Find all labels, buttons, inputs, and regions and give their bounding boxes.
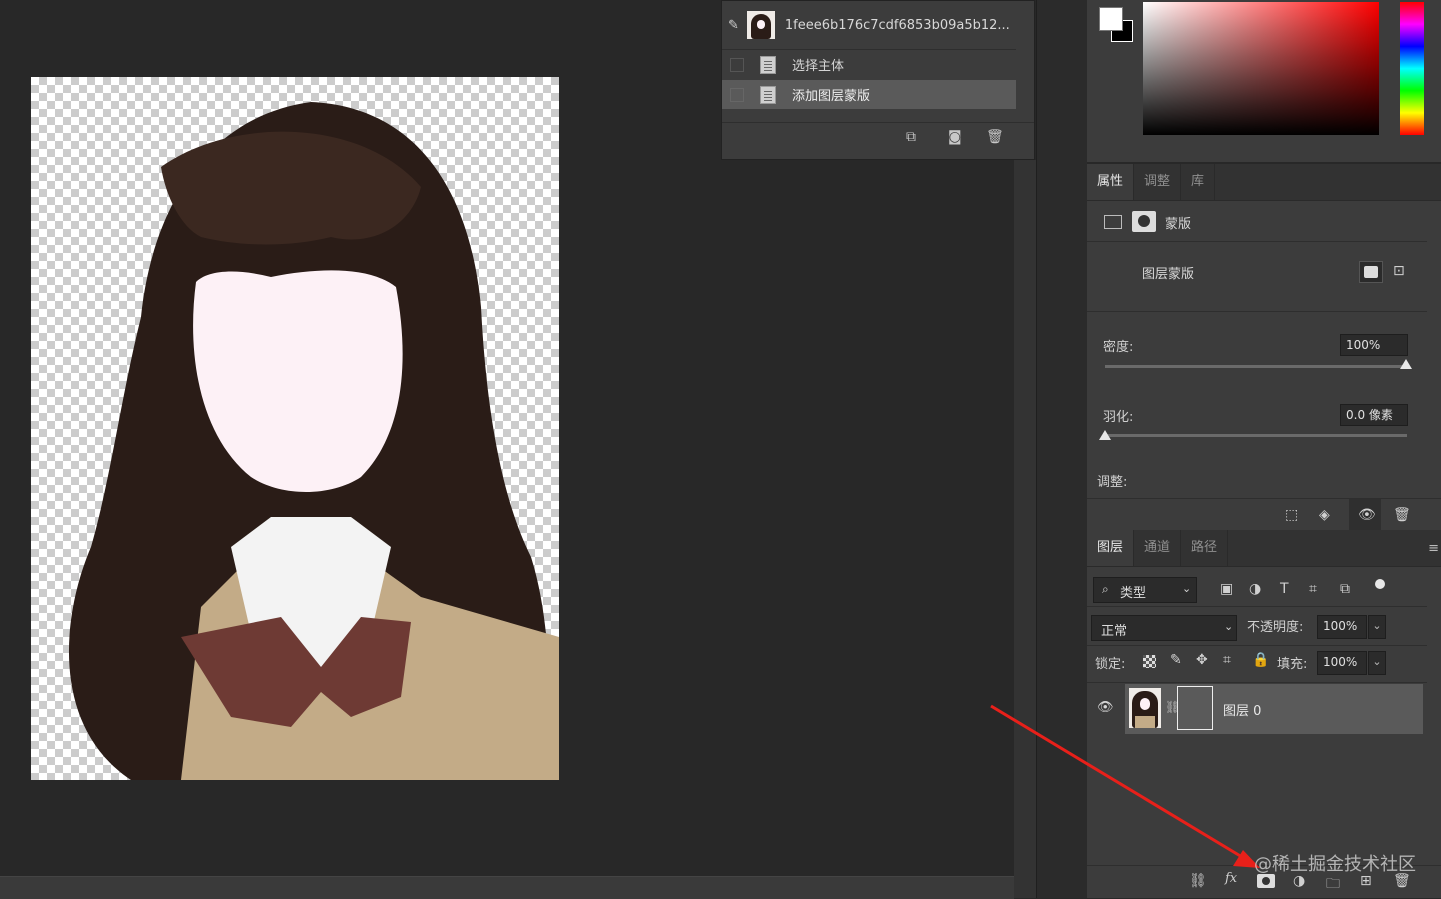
layer-mask-label: 图层蒙版: [1142, 267, 1195, 282]
adjust-label: 调整:: [1097, 475, 1128, 490]
mask-icon[interactable]: [1132, 211, 1156, 232]
properties-panel: 属性 调整 库 蒙版 图层蒙版 ⊡ 密度: 100% 羽化: 0.0 像素 调整…: [1087, 164, 1441, 533]
history-item-add-layer-mask[interactable]: 添加图层蒙版: [722, 80, 1016, 109]
vector-mask-icon[interactable]: ⊡: [1393, 263, 1405, 279]
pixel-layer-icon[interactable]: [1104, 215, 1122, 229]
panel-menu-icon[interactable]: ≡: [1428, 541, 1439, 556]
tab-libraries[interactable]: 库: [1181, 164, 1216, 200]
tab-properties[interactable]: 属性: [1087, 164, 1135, 200]
trash-icon[interactable]: 🗑: [986, 129, 1004, 145]
properties-footer: ⬚ ◈ 👁 🗑: [1087, 498, 1441, 533]
color-swatches[interactable]: [1097, 4, 1133, 42]
history-brush-icon[interactable]: ✎: [728, 18, 739, 33]
tab-paths[interactable]: 路径: [1181, 530, 1229, 566]
lock-all-icon[interactable]: 🔒: [1252, 652, 1269, 668]
divider: [1087, 645, 1427, 646]
add-mask-icon[interactable]: [1257, 874, 1275, 888]
blend-mode-select[interactable]: 正常 ⌄: [1091, 615, 1237, 641]
search-icon: ⌕: [1102, 582, 1109, 596]
status-bar: [0, 876, 1014, 899]
history-item-label: 添加图层蒙版: [792, 89, 871, 104]
snapshot-thumbnail: [746, 11, 775, 39]
opacity-dropdown-button[interactable]: ⌄: [1368, 615, 1386, 639]
history-panel: ✎ 1feee6b176c7cdf6853b09a5b12... 选择主体 添加…: [721, 0, 1035, 160]
red-arrow-annotation: [990, 704, 1260, 868]
lock-artboard-icon[interactable]: ⌗: [1223, 652, 1231, 668]
layer-mask-row: 图层蒙版 ⊡: [1087, 243, 1427, 312]
tab-layers[interactable]: 图层: [1087, 530, 1135, 566]
blend-mode-value: 正常: [1101, 624, 1128, 639]
history-item-label: 选择主体: [792, 59, 845, 74]
tab-adjustments[interactable]: 调整: [1134, 164, 1182, 200]
apply-mask-icon[interactable]: ◈: [1319, 507, 1330, 523]
properties-tabbar: 属性 调整 库: [1087, 164, 1441, 201]
feather-label: 羽化:: [1103, 410, 1134, 425]
layer-filter-value: 类型: [1120, 586, 1147, 601]
history-snapshot[interactable]: ✎ 1feee6b176c7cdf6853b09a5b12...: [722, 1, 1016, 50]
fill-label: 填充:: [1277, 657, 1308, 672]
filter-shape-icon[interactable]: ⌗: [1309, 581, 1317, 597]
lock-label: 锁定:: [1095, 657, 1126, 672]
chevron-down-icon: ⌄: [1224, 620, 1234, 633]
new-group-folder-icon[interactable]: 🗀: [1326, 873, 1340, 897]
filter-smart-object-icon[interactable]: ⧉: [1340, 581, 1350, 597]
lock-position-icon[interactable]: ✥: [1196, 652, 1208, 668]
density-input[interactable]: 100%: [1340, 334, 1408, 356]
properties-type-row: 蒙版: [1087, 201, 1427, 242]
foreground-color-swatch[interactable]: [1099, 7, 1123, 31]
link-layers-icon[interactable]: ⛓: [1189, 873, 1207, 889]
filter-pixel-icon[interactable]: ▣: [1220, 581, 1233, 597]
feather-slider-handle[interactable]: [1099, 430, 1111, 440]
lock-image-pixels-icon[interactable]: ✎: [1170, 652, 1182, 668]
chevron-down-icon: ⌄: [1182, 582, 1192, 595]
fill-dropdown-button[interactable]: ⌄: [1368, 651, 1386, 675]
density-slider[interactable]: [1105, 365, 1407, 368]
snapshot-name: 1feee6b176c7cdf6853b09a5b12...: [784, 17, 1010, 33]
filter-type-icon[interactable]: T: [1280, 581, 1289, 597]
divider: [1087, 682, 1427, 683]
history-checkbox[interactable]: [730, 57, 744, 72]
select-mask-button[interactable]: [1359, 261, 1383, 283]
toggle-mask-visibility-button[interactable]: 👁: [1349, 499, 1381, 533]
opacity-input[interactable]: 100%: [1317, 615, 1367, 639]
document-canvas[interactable]: [31, 77, 559, 780]
layer-filter-select[interactable]: ⌕ 类型 ⌄: [1093, 577, 1197, 603]
opacity-label: 不透明度:: [1247, 620, 1304, 635]
filter-adjustment-icon[interactable]: ◑: [1249, 581, 1261, 597]
history-step-icon: [760, 85, 776, 104]
history-checkbox[interactable]: [730, 87, 744, 102]
feather-slider[interactable]: [1105, 434, 1407, 437]
new-document-from-state-icon[interactable]: ⧉: [906, 129, 916, 145]
camera-icon[interactable]: ◙: [948, 129, 962, 145]
layers-tabbar: 图层 通道 路径 ≡: [1087, 530, 1441, 567]
properties-type-label: 蒙版: [1165, 217, 1192, 232]
fill-input[interactable]: 100%: [1317, 651, 1367, 675]
density-slider-handle[interactable]: [1400, 359, 1412, 369]
delete-mask-icon[interactable]: 🗑: [1393, 507, 1411, 523]
history-item-select-subject[interactable]: 选择主体: [722, 50, 1016, 79]
watermark: @稀土掘金技术社区: [1254, 854, 1416, 875]
tab-channels[interactable]: 通道: [1134, 530, 1182, 566]
density-label: 密度:: [1103, 340, 1134, 355]
history-footer: ⧉ ◙ 🗑: [722, 122, 1034, 155]
eye-icon: 👁: [1358, 507, 1376, 523]
divider: [1087, 606, 1427, 607]
portrait-image: [69, 102, 559, 780]
lock-transparent-pixels-icon[interactable]: [1143, 655, 1156, 668]
history-step-icon: [760, 55, 776, 74]
color-field[interactable]: [1143, 2, 1379, 135]
load-selection-icon[interactable]: ⬚: [1285, 507, 1298, 523]
feather-input[interactable]: 0.0 像素: [1340, 404, 1408, 426]
color-panel: [1087, 0, 1441, 162]
filter-toggle-icon[interactable]: [1375, 579, 1385, 589]
hue-slider[interactable]: [1400, 2, 1424, 135]
